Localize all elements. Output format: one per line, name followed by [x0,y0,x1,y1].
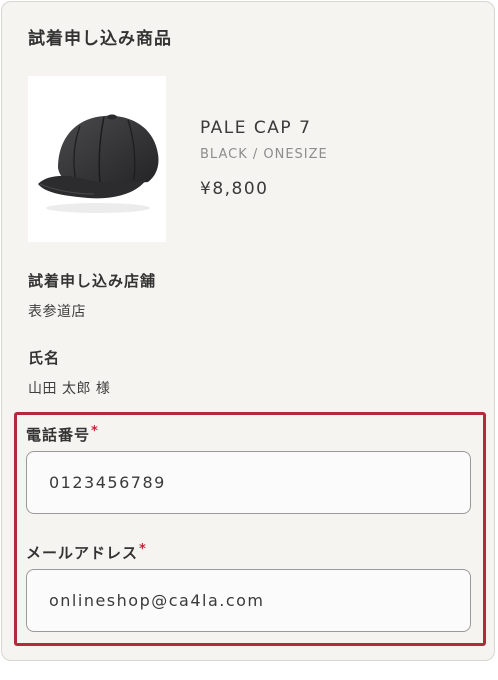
section-title: 試着申し込み商品 [28,29,172,49]
name-value: 山田 太郎 様 [28,381,111,397]
name-label: 氏名 [28,349,61,367]
product-price: ¥8,800 [200,179,269,199]
required-mark: * [139,542,147,557]
product-image [28,76,166,242]
email-label: メールアドレス* [26,542,147,563]
store-label: 試着申し込み店舗 [28,272,157,290]
email-label-text: メールアドレス [26,544,139,562]
phone-label-text: 電話番号 [26,426,91,444]
email-input[interactable] [26,569,471,632]
required-mark: * [91,424,99,439]
cap-icon [38,114,159,213]
product-name: PALE CAP 7 [200,118,312,138]
product-variant: BLACK / ONESIZE [200,147,328,162]
store-value: 表参道店 [28,304,86,320]
phone-label: 電話番号* [26,424,99,445]
phone-input[interactable] [26,451,471,514]
